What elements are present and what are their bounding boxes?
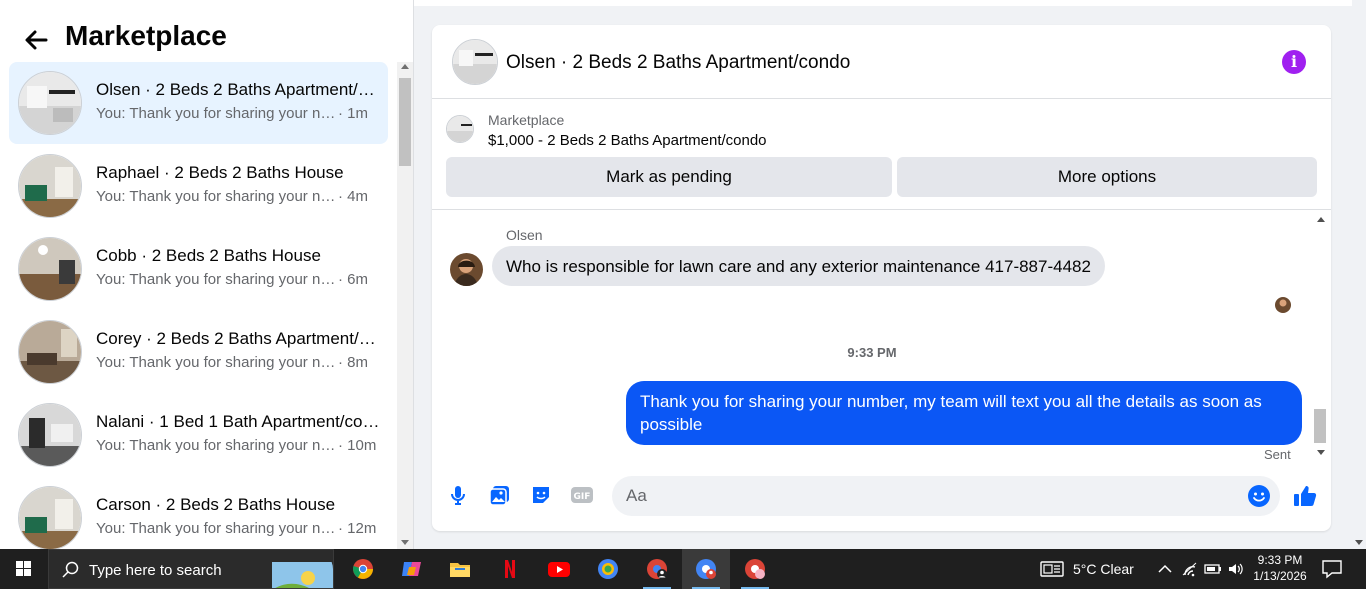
notification-icon[interactable] — [1320, 558, 1344, 580]
conversation-preview: You: Thank you for sharing your number· … — [96, 271, 368, 288]
weather-text: 5°C Clear — [1073, 561, 1134, 577]
sender-avatar[interactable] — [450, 253, 483, 286]
taskbar-clock[interactable]: 9:33 PM 1/13/2026 — [1250, 552, 1310, 584]
weather-widget[interactable]: 5°C Clear — [1040, 549, 1145, 589]
conversation-sidebar: Marketplace Olsen · 2 Beds 2 Baths Apart… — [0, 0, 414, 549]
chat-header: Olsen · 2 Beds 2 Baths Apartment/condo i — [432, 25, 1331, 99]
listing-avatar — [18, 237, 82, 301]
conversation-item[interactable]: Carson · 2 Beds 2 Baths House You: Thank… — [9, 477, 388, 549]
chrome-profile-icon[interactable] — [584, 549, 632, 589]
sidebar-scrollbar[interactable] — [397, 62, 413, 549]
conversation-preview: You: Thank you for sharing your number, … — [96, 105, 368, 122]
scrollbar-thumb[interactable] — [1314, 409, 1326, 443]
chrome-guest-icon[interactable] — [731, 549, 779, 589]
chrome-user-icon[interactable] — [633, 549, 681, 589]
scroll-up-icon[interactable] — [1317, 217, 1325, 222]
gif-icon[interactable]: GIF — [570, 483, 594, 507]
youtube-icon[interactable] — [535, 549, 583, 589]
windows-taskbar: Type here to search 5°C Clear 9:33 PM 1/… — [0, 549, 1366, 589]
listing-card: Marketplace $1,000 - 2 Beds 2 Baths Apar… — [432, 100, 1331, 210]
listing-thumbnail[interactable] — [446, 115, 474, 143]
more-options-button[interactable]: More options — [897, 157, 1317, 197]
listing-avatar — [18, 320, 82, 384]
conversation-name: Nalani · 1 Bed 1 Bath Apartment/condo — [96, 412, 381, 431]
chevron-up-icon[interactable] — [1156, 560, 1174, 578]
taskbar-search[interactable]: Type here to search — [48, 549, 334, 589]
sticker-icon[interactable] — [529, 483, 553, 507]
message-input[interactable] — [612, 476, 1280, 516]
copilot-taskbar-icon[interactable] — [388, 549, 436, 589]
incoming-message-bubble[interactable]: Who is responsible for lawn care and any… — [492, 246, 1105, 286]
search-placeholder: Type here to search — [89, 562, 222, 579]
message-composer: GIF — [432, 471, 1331, 521]
chat-avatar[interactable] — [452, 39, 498, 85]
message-thread: Olsen Who is responsible for lawn care a… — [432, 211, 1331, 462]
listing-avatar — [18, 403, 82, 467]
back-arrow-icon[interactable] — [22, 26, 50, 54]
clock-time: 9:33 PM — [1257, 553, 1303, 567]
scrollbar-thumb[interactable] — [399, 78, 411, 166]
conversation-preview: You: Thank you for sharing your number· … — [96, 437, 377, 454]
clock-date: 1/13/2026 — [1253, 569, 1307, 583]
conversation-preview: You: Thank you for sharing your number· … — [96, 520, 377, 537]
message-timestamp: 9:33 PM — [847, 345, 897, 360]
chrome-active-icon[interactable] — [682, 549, 730, 589]
conversation-item[interactable]: Olsen · 2 Beds 2 Baths Apartment/condo Y… — [9, 62, 388, 144]
conversation-item[interactable]: Cobb · 2 Beds 2 Baths House You: Thank y… — [9, 228, 388, 310]
svg-text:GIF: GIF — [574, 492, 591, 502]
windows-start-icon[interactable] — [0, 549, 48, 589]
thumbs-up-icon[interactable] — [1292, 483, 1318, 509]
battery-icon[interactable] — [1204, 560, 1222, 578]
page-scrollbar[interactable] — [1352, 0, 1366, 549]
conversation-name: Raphael · 2 Beds 2 Baths House — [96, 163, 344, 182]
photo-icon[interactable] — [488, 483, 512, 507]
scroll-down-icon[interactable] — [401, 540, 409, 545]
scroll-down-icon[interactable] — [1355, 540, 1363, 545]
emoji-icon[interactable] — [1247, 484, 1271, 508]
conversation-name: Corey · 2 Beds 2 Baths Apartment/condo — [96, 329, 381, 348]
conversation-item[interactable]: Corey · 2 Beds 2 Baths Apartment/condo Y… — [9, 311, 388, 393]
conversation-list: Olsen · 2 Beds 2 Baths Apartment/condo Y… — [0, 62, 396, 549]
seen-indicator-avatar — [1275, 297, 1291, 313]
info-icon[interactable]: i — [1282, 50, 1306, 74]
volume-icon[interactable] — [1227, 560, 1245, 578]
chrome-taskbar-icon[interactable] — [339, 549, 387, 589]
chat-title[interactable]: Olsen · 2 Beds 2 Baths Apartment/condo — [506, 52, 850, 74]
outgoing-message-bubble[interactable]: Thank you for sharing your number, my te… — [626, 381, 1302, 445]
listing-label: Marketplace — [488, 112, 565, 128]
sent-status: Sent — [1264, 447, 1291, 462]
scroll-down-icon[interactable] — [1317, 450, 1325, 455]
message-scrollbar[interactable] — [1312, 211, 1329, 461]
mark-as-pending-button[interactable]: Mark as pending — [446, 157, 892, 197]
listing-avatar — [18, 71, 82, 135]
sender-name: Olsen — [506, 227, 543, 243]
conversation-name: Olsen · 2 Beds 2 Baths Apartment/condo — [96, 80, 381, 99]
listing-avatar — [18, 486, 82, 549]
conversation-preview: You: Thank you for sharing your number· … — [96, 354, 368, 371]
sidebar-title: Marketplace — [65, 20, 227, 51]
wifi-icon[interactable] — [1181, 560, 1199, 578]
top-strip — [414, 0, 1352, 6]
scroll-up-icon[interactable] — [401, 64, 409, 69]
chat-panel: Olsen · 2 Beds 2 Baths Apartment/condo i… — [432, 25, 1331, 531]
conversation-preview: You: Thank you for sharing your number· … — [96, 188, 368, 205]
netflix-icon[interactable] — [486, 549, 534, 589]
conversation-name: Cobb · 2 Beds 2 Baths House — [96, 246, 321, 265]
file-explorer-icon[interactable] — [436, 549, 484, 589]
conversation-item[interactable]: Raphael · 2 Beds 2 Baths House You: Than… — [9, 145, 388, 227]
sidebar-header: Marketplace — [0, 0, 414, 62]
conversation-item[interactable]: Nalani · 1 Bed 1 Bath Apartment/condo Yo… — [9, 394, 388, 476]
microphone-icon[interactable] — [446, 483, 470, 507]
listing-avatar — [18, 154, 82, 218]
conversation-name: Carson · 2 Beds 2 Baths House — [96, 495, 336, 514]
search-highlight-image[interactable] — [259, 551, 333, 588]
listing-title[interactable]: $1,000 - 2 Beds 2 Baths Apartment/condo — [488, 132, 767, 149]
